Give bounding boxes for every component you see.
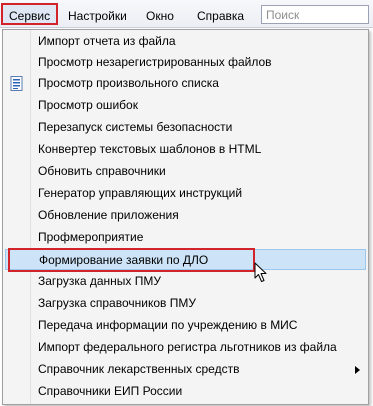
menu-item-instruction-generator[interactable]: Генератор управляющих инструкций [5, 183, 366, 204]
menu-item-dlo-request[interactable]: Формирование заявки по ДЛО [5, 248, 366, 272]
menu-item-label: Обновление приложения [38, 208, 179, 222]
menu-item-label: Импорт федерального регистра льготников … [38, 340, 337, 354]
search-input[interactable] [261, 5, 369, 24]
menu-item-label: Формирование заявки по ДЛО [39, 253, 209, 267]
menu-item-label: Профмероприятие [38, 230, 144, 244]
chevron-right-icon [355, 366, 360, 374]
menu-item-prof-event[interactable]: Профмероприятие [5, 227, 366, 248]
menu-item-unregistered-files[interactable]: Просмотр незарегистрированных файлов [5, 52, 366, 73]
service-dropdown-menu: Импорт отчета из файла Просмотр незареги… [2, 29, 369, 405]
menu-item-html-converter[interactable]: Конвертер текстовых шаблонов в HTML [5, 139, 366, 160]
menu-item-arbitrary-list[interactable]: Просмотр произвольного списка [5, 73, 366, 94]
menu-settings[interactable]: Настройки [68, 7, 127, 25]
menu-item-load-pmu-directories[interactable]: Загрузка справочников ПМУ [5, 293, 366, 314]
menu-item-update-directories[interactable]: Обновить справочники [5, 161, 366, 182]
menu-item-view-errors[interactable]: Просмотр ошибок [5, 95, 366, 116]
menu-item-import-federal-register[interactable]: Импорт федерального регистра льготников … [5, 337, 366, 358]
menu-item-label: Просмотр ошибок [38, 98, 138, 112]
menu-item-label: Генератор управляющих инструкций [38, 186, 243, 200]
document-list-icon [10, 76, 23, 91]
menu-item-label: Обновить справочники [38, 164, 166, 178]
menu-item-label: Загрузка данных ПМУ [38, 274, 161, 288]
menu-service[interactable]: Сервис [1, 3, 59, 25]
menu-bar: Сервис Настройки Окно Справка [0, 0, 373, 28]
menu-item-load-pmu-data[interactable]: Загрузка данных ПМУ [5, 271, 366, 292]
menu-help[interactable]: Справка [197, 7, 244, 25]
menu-item-label: Передача информации по учреждению в МИС [38, 318, 298, 332]
menu-item-app-update[interactable]: Обновление приложения [5, 205, 366, 226]
menu-item-label: Просмотр произвольного списка [38, 76, 219, 90]
menu-window[interactable]: Окно [146, 7, 174, 25]
menu-item-label: Перезапуск системы безопасности [38, 120, 233, 134]
menu-item-label: Конвертер текстовых шаблонов в HTML [38, 142, 262, 156]
menu-item-drug-directory[interactable]: Справочник лекарственных средств [5, 359, 366, 380]
menu-item-label: Загрузка справочников ПМУ [38, 296, 196, 310]
menu-item-label: Справочники ЕИП России [38, 384, 183, 398]
menu-item-eip-directories[interactable]: Справочники ЕИП России [5, 381, 366, 402]
menu-item-label: Просмотр незарегистрированных файлов [38, 55, 272, 69]
menu-item-import-report[interactable]: Импорт отчета из файла [5, 31, 366, 52]
menu-item-label: Импорт отчета из файла [38, 34, 176, 48]
menu-item-transfer-to-mis[interactable]: Передача информации по учреждению в МИС [5, 315, 366, 336]
menu-item-label: Справочник лекарственных средств [38, 362, 240, 376]
menu-item-restart-security[interactable]: Перезапуск системы безопасности [5, 117, 366, 138]
mouse-cursor-icon [254, 262, 267, 282]
